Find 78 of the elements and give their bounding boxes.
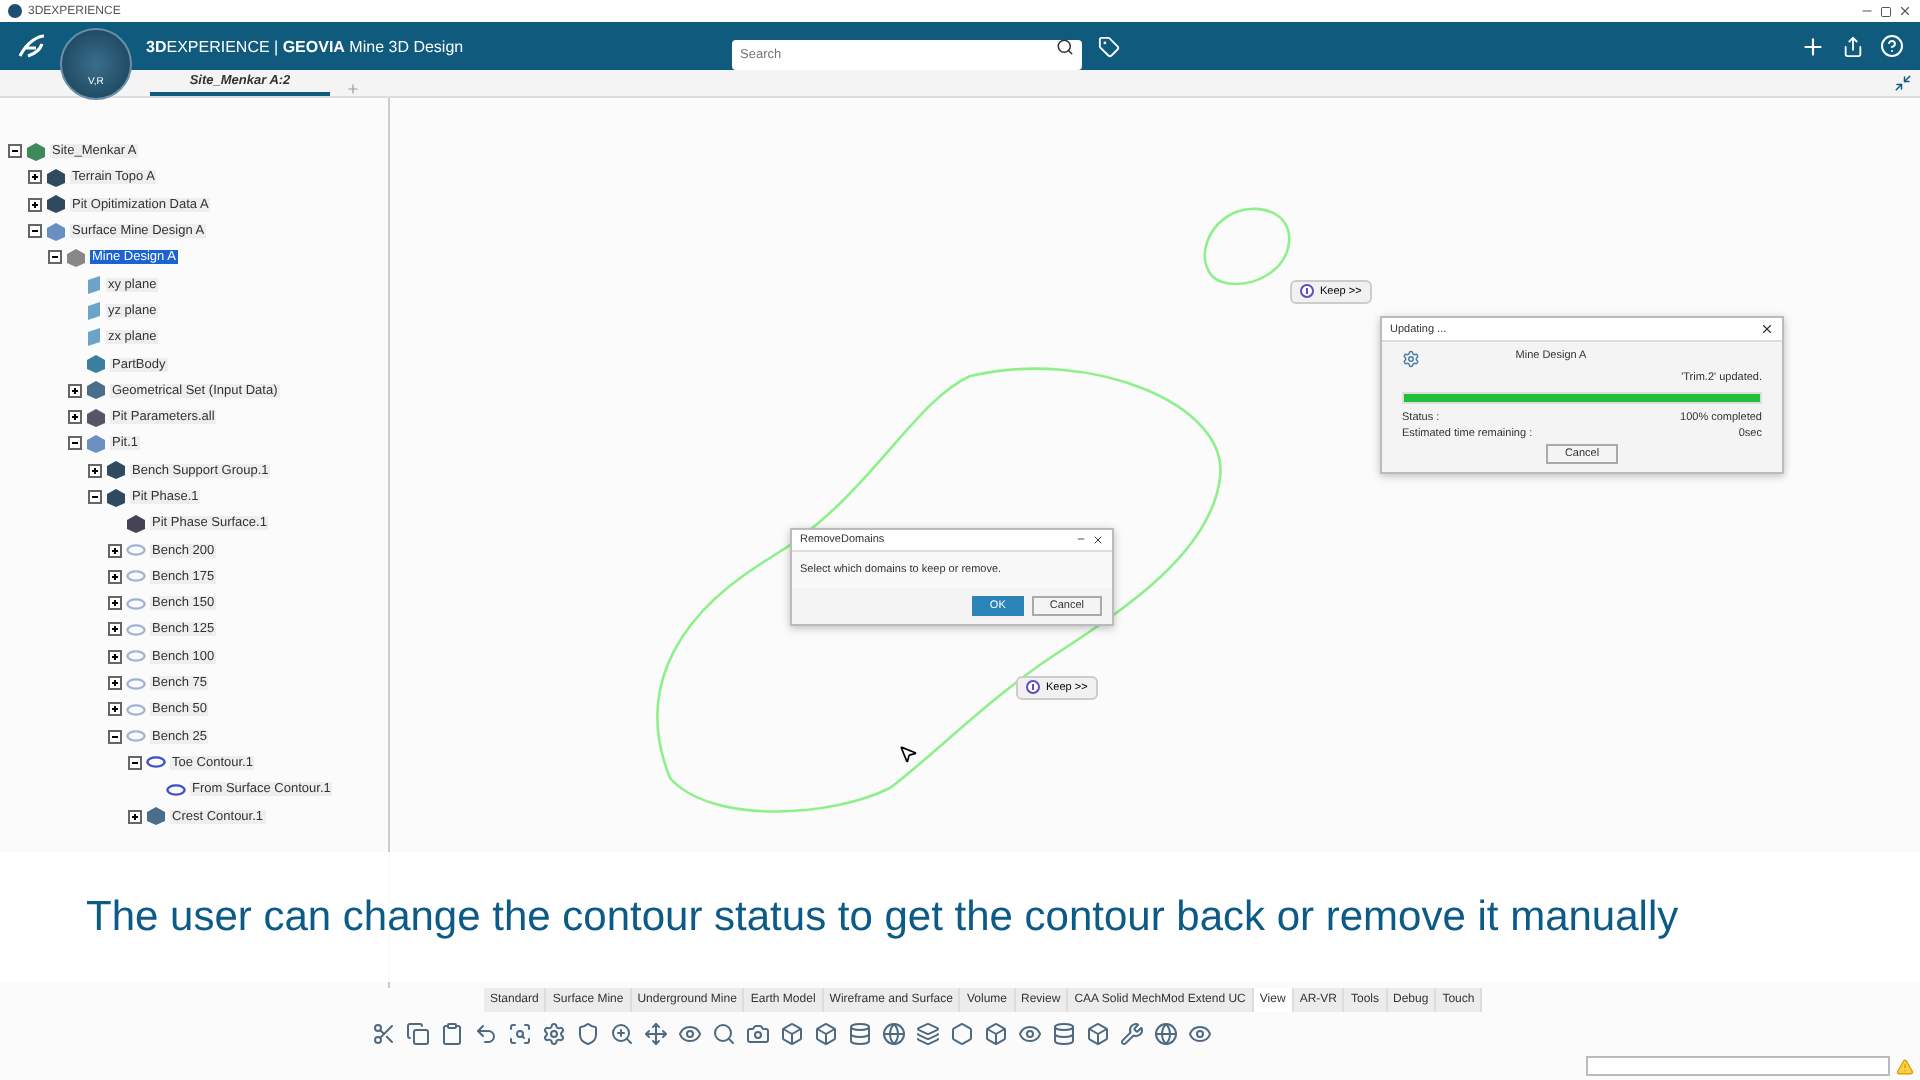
expand-toggle[interactable] bbox=[68, 436, 82, 451]
brand-logo-icon bbox=[16, 32, 48, 60]
expand-toggle[interactable] bbox=[108, 649, 122, 664]
paste-icon[interactable] bbox=[440, 1022, 464, 1046]
expand-toggle[interactable] bbox=[108, 596, 122, 611]
app-title: 3DEXPERIENCE | GEOVIA Mine 3D Design bbox=[146, 37, 466, 55]
info-icon bbox=[1300, 284, 1314, 300]
zoom-icon[interactable] bbox=[508, 1022, 532, 1046]
expand-toggle[interactable] bbox=[108, 569, 122, 584]
expand-toggle[interactable] bbox=[108, 543, 122, 558]
search-icon[interactable] bbox=[1056, 37, 1074, 55]
help-icon[interactable] bbox=[1880, 34, 1904, 58]
command-field[interactable] bbox=[1586, 1056, 1890, 1076]
eye-icon[interactable] bbox=[1188, 1022, 1212, 1046]
app-logo-icon bbox=[8, 4, 22, 18]
undo-icon[interactable] bbox=[474, 1022, 498, 1046]
copy-icon[interactable] bbox=[406, 1022, 430, 1046]
expand-toggle[interactable] bbox=[128, 809, 142, 824]
expand-toggle[interactable] bbox=[28, 197, 42, 212]
wrench-icon[interactable] bbox=[1120, 1022, 1144, 1046]
close-icon[interactable] bbox=[1898, 4, 1912, 18]
eye-icon[interactable] bbox=[678, 1022, 702, 1046]
cube-icon bbox=[66, 247, 86, 268]
share-icon[interactable] bbox=[1842, 35, 1864, 57]
close-icon[interactable] bbox=[1092, 534, 1104, 546]
maximize-icon[interactable] bbox=[1880, 5, 1892, 17]
cube-icon[interactable] bbox=[780, 1022, 804, 1046]
database-icon[interactable] bbox=[848, 1022, 872, 1046]
caption-text: The user can change the contour status to get the contour back or remove it manually bbox=[86, 893, 1679, 941]
expand-toggle[interactable] bbox=[108, 622, 122, 637]
cube-icon bbox=[86, 354, 106, 375]
warning-icon bbox=[1896, 1057, 1914, 1075]
cube-icon[interactable] bbox=[814, 1022, 838, 1046]
add-icon[interactable] bbox=[1800, 33, 1826, 59]
cube-icon bbox=[86, 433, 106, 454]
expand-toggle[interactable] bbox=[28, 224, 42, 239]
expand-toggle[interactable] bbox=[48, 250, 62, 265]
gear-icon[interactable] bbox=[542, 1022, 566, 1046]
globe-icon[interactable] bbox=[1154, 1022, 1178, 1046]
zoom-in-icon[interactable] bbox=[610, 1022, 634, 1046]
shield-icon[interactable] bbox=[576, 1022, 600, 1046]
collapse-icon[interactable] bbox=[1894, 74, 1912, 92]
gear-icon bbox=[1402, 350, 1420, 368]
cube-icon bbox=[106, 460, 126, 481]
layers-icon[interactable] bbox=[916, 1022, 940, 1046]
cube-icon bbox=[106, 487, 126, 507]
cube-icon[interactable] bbox=[984, 1022, 1008, 1046]
info-icon bbox=[1026, 680, 1040, 696]
expand-toggle[interactable] bbox=[68, 383, 82, 398]
cursor-icon bbox=[898, 744, 918, 764]
cube-icon bbox=[46, 167, 66, 188]
expand-toggle[interactable] bbox=[108, 729, 122, 744]
cut-icon[interactable] bbox=[372, 1022, 396, 1046]
cube-icon[interactable] bbox=[1086, 1022, 1110, 1046]
cube-icon bbox=[26, 141, 46, 162]
cube-icon bbox=[126, 513, 146, 534]
globe-icon[interactable] bbox=[882, 1022, 906, 1046]
expand-toggle[interactable] bbox=[8, 144, 22, 159]
expand-toggle[interactable] bbox=[28, 170, 42, 185]
cube-icon bbox=[86, 380, 106, 401]
database-icon[interactable] bbox=[1052, 1022, 1076, 1046]
tag-icon[interactable] bbox=[1098, 35, 1120, 57]
move-icon[interactable] bbox=[644, 1022, 668, 1046]
expand-toggle[interactable] bbox=[88, 463, 102, 478]
expand-toggle[interactable] bbox=[88, 490, 102, 504]
expand-toggle[interactable] bbox=[108, 702, 122, 717]
camera-icon[interactable] bbox=[746, 1022, 770, 1046]
expand-toggle[interactable] bbox=[108, 676, 122, 691]
cube-icon bbox=[86, 407, 106, 428]
expand-toggle[interactable] bbox=[68, 410, 82, 425]
close-icon[interactable] bbox=[1760, 322, 1774, 336]
hexagon-icon[interactable] bbox=[950, 1022, 974, 1046]
cube-icon bbox=[46, 194, 66, 215]
cube-icon bbox=[46, 221, 66, 242]
search-icon[interactable] bbox=[712, 1022, 736, 1046]
expand-toggle[interactable] bbox=[128, 755, 142, 770]
eye-icon[interactable] bbox=[1018, 1022, 1042, 1046]
cube-icon bbox=[146, 806, 166, 827]
